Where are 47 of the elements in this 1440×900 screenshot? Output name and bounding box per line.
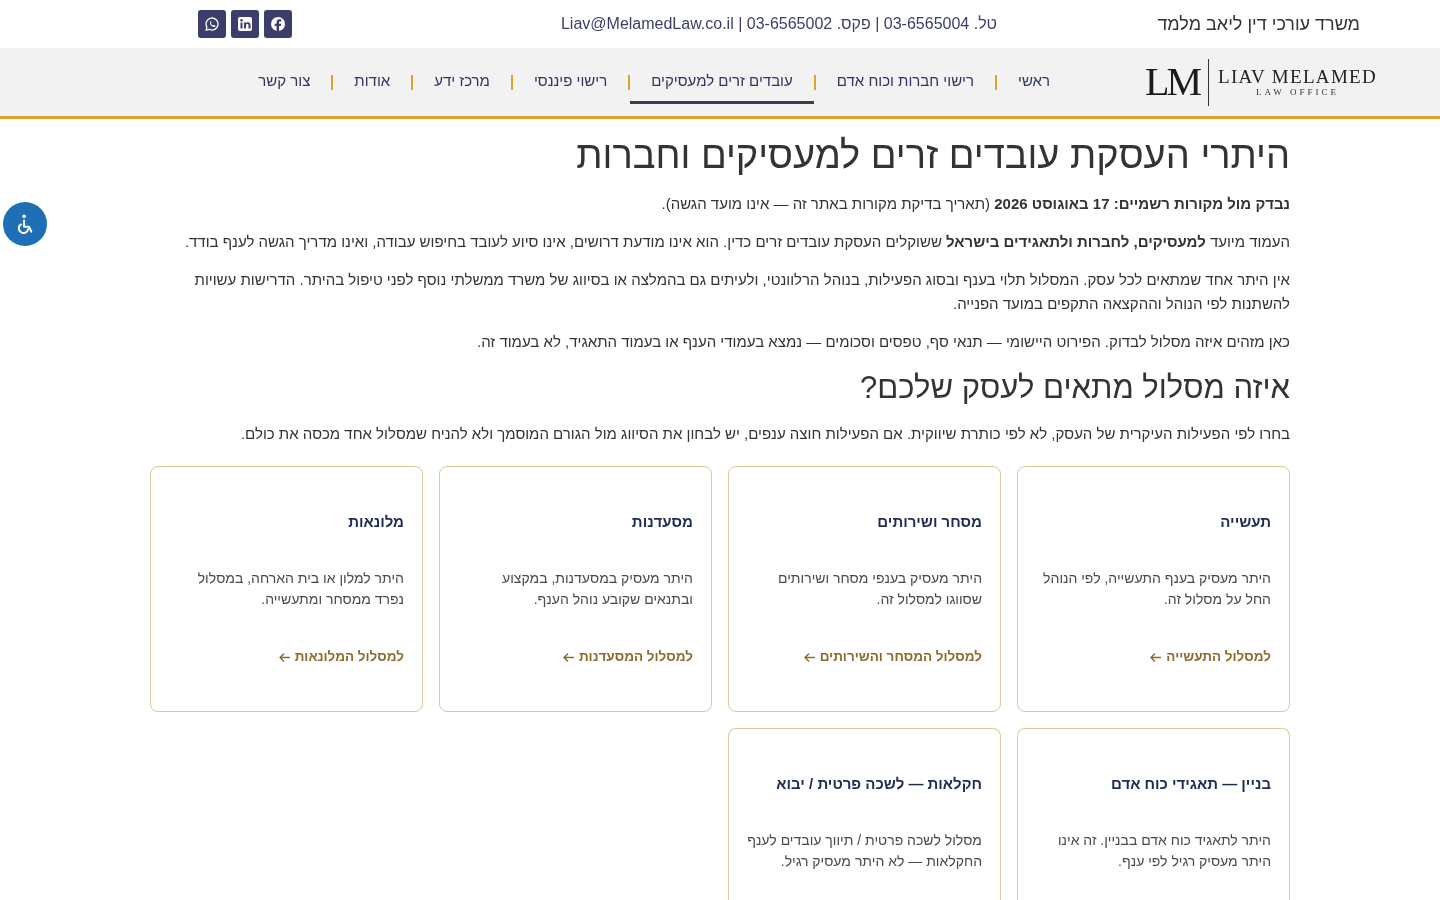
card-link[interactable]: למסלול המסחר והשירותים [803, 647, 982, 667]
section-intro: בחרו לפי הפעילות העיקרית של העסק, לא לפי כותרת שיווקית. אם הפעילות חוצה ענפים, יש לבחון את הסיווג מול הגורם המוסמך ולא להניח שמסלול אחד מכסה את כולם. [239, 424, 1290, 444]
card-title: מלונאות [348, 512, 404, 532]
card-title: מסחר ושירותים [877, 512, 982, 532]
body-paragraph: העמוד מיועד למעסיקים, לחברות ולתאגידים בישראל ששוקלים העסקת עובדים זרים כדין. הוא אינו מודעת דרושים, אינו סיוע לעובד בחיפוש עבודה, ואינו מדריך הגשה לענף בודד. [183, 232, 1290, 252]
arrow-left-icon [1150, 652, 1162, 662]
card-description: היתר מעסיק בענף התעשייה, לפי הנוהל החל על מסלול זה. [1042, 569, 1271, 609]
logo-tagline: LAW OFFICE [1256, 86, 1339, 98]
nav-item[interactable]: מרכז ידע [413, 60, 511, 104]
card-description: היתר לתאגיד כוח אדם בבניין. זה אינו היתר מעסיק רגיל לפי ענף. [1056, 831, 1271, 871]
card-link[interactable]: למסלול המלונאות [278, 647, 404, 667]
body-paragraph: אין היתר אחד שמתאים לכל עסק. המסלול תלוי בענף ובסוג הפעילות, בנוהל הרלוונטי, ולעיתים גם בהמלצה או בסיווג של משרד ממשלתי נוסף לפני טיפול בהיתר. הדרישות עשויות להשתנות לפי הנוהל וההקצאה התקפים במועד הפנייה. [193, 270, 1290, 314]
accessibility-button[interactable] [3, 202, 47, 246]
body-paragraph: נבדק מול מקורות רשמיים: 17 באוגוסט 2026 (תאריך בדיקת מקורות באתר זה — אינו מועד הגשה). [660, 194, 1290, 214]
nav-item[interactable]: רישוי חברות וכוח אדם [815, 60, 996, 104]
linkedin-icon [238, 17, 252, 31]
nav-item[interactable]: צור קשר [237, 60, 332, 104]
card-title: מסעדנות [631, 512, 693, 532]
social-link[interactable] [198, 10, 226, 38]
social-link[interactable] [231, 10, 259, 38]
card-description: היתר מעסיק במסעדנות, במקצוע ובתנאים שקובע נוהל הענף. [501, 569, 693, 609]
card-title: חקלאות — לשכה פרטית / יבוא [776, 774, 982, 794]
card-description: היתר למלון או בית הארחה, במסלול נפרד ממסחר ומתעשייה. [196, 569, 404, 609]
logo-monogram: LM [1145, 62, 1199, 102]
card-title: תעשייה [1220, 512, 1271, 532]
page-title: היתרי העסקת עובדים זרים למעסיקים וחברות [575, 133, 1290, 178]
arrow-left-icon [278, 652, 290, 662]
contact-info: טל. 03-6565004 | פקס. 03-6565002 | Liav@MelamedLaw.co.il [560, 15, 998, 33]
card-title: בניין — תאגידי כוח אדם [1111, 774, 1271, 794]
facebook-icon [271, 17, 285, 31]
wheelchair-icon [16, 214, 34, 234]
card-description: מסלול לשכה פרטית / תיווך עובדים לענף החקלאות — לא היתר מעסיק רגיל. [747, 831, 982, 871]
logo-name: LIAV MELAMED [1218, 66, 1377, 87]
card-link[interactable]: למסלול המסעדנות [562, 647, 693, 667]
nav-item[interactable]: ראשי [997, 60, 1071, 104]
card-link[interactable]: למסלול התעשייה [1150, 647, 1271, 667]
whatsapp-icon [205, 17, 219, 31]
nav-item[interactable]: רישוי פיננסי [512, 60, 629, 104]
nav-item[interactable]: אודות [333, 60, 412, 104]
section-heading: איזה מסלול מתאים לעסק שלכם? [859, 370, 1290, 406]
arrow-left-icon [803, 652, 815, 662]
card-description: היתר מעסיק בענפי מסחר ושירותים שסווגו למסלול זה. [777, 569, 982, 609]
nav-item[interactable]: עובדים זרים למעסיקים [630, 60, 814, 104]
firm-name: משרד עורכי דין ליאב מלמד [1157, 13, 1360, 35]
body-paragraph: כאן מזהים איזה מסלול לבדוק. הפירוט היישומי — תנאי סף, טפסים וסכומים — נמצא בעמודי הענף או בעמוד התאגיד, לא בעמוד זה. [476, 332, 1290, 352]
social-link[interactable] [264, 10, 292, 38]
arrow-left-icon [562, 652, 574, 662]
